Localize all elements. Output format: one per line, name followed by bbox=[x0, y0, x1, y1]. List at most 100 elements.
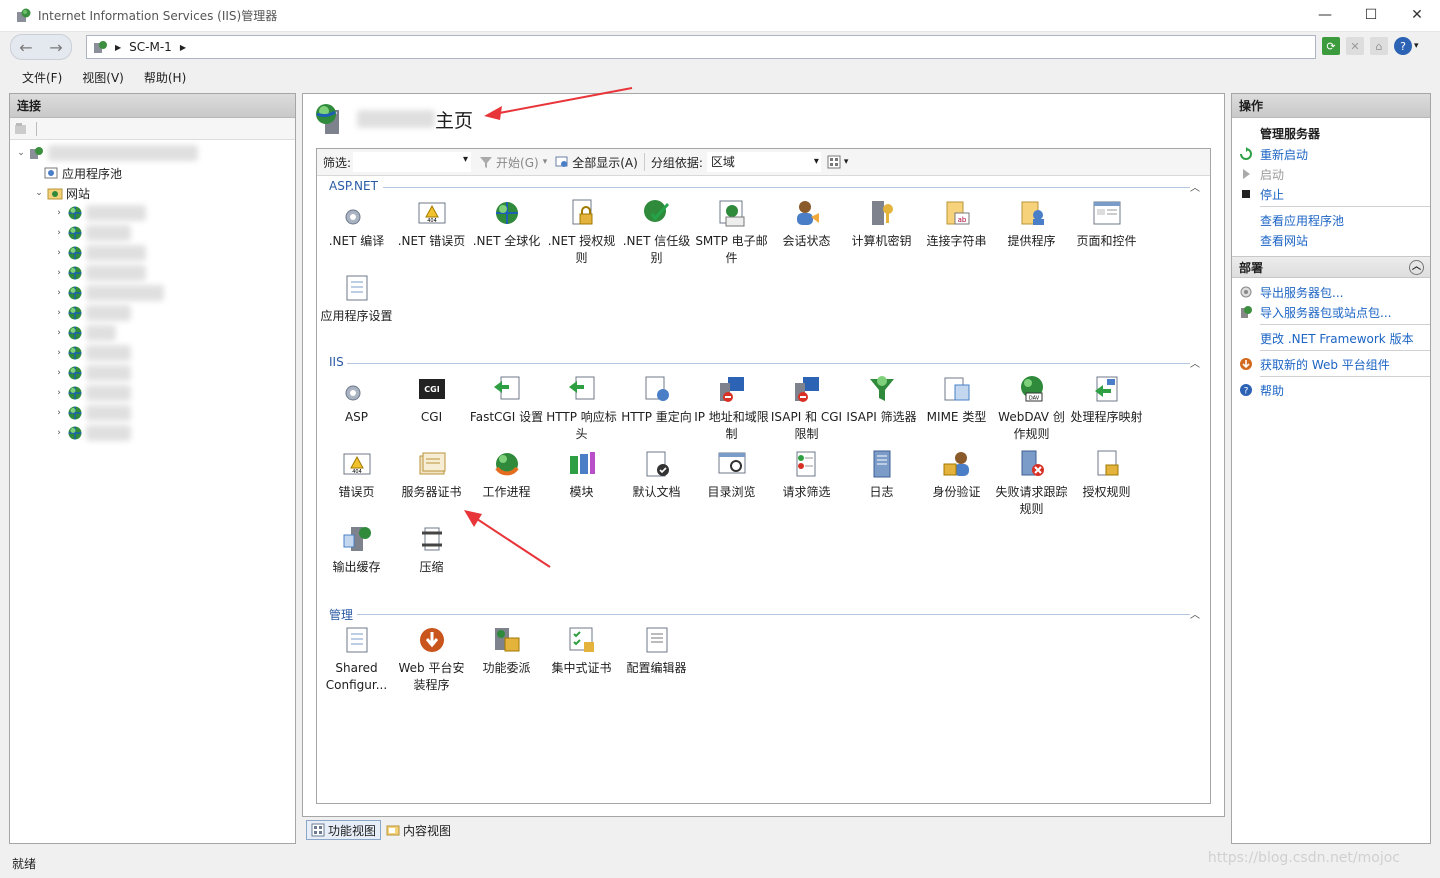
help-action[interactable]: ? 帮助 bbox=[1232, 380, 1430, 400]
feature-item[interactable]: 失败请求跟踪规则 bbox=[994, 448, 1069, 518]
expand-icon[interactable]: › bbox=[54, 268, 64, 278]
tab-content-view[interactable]: 内容视图 bbox=[381, 820, 456, 840]
feature-item[interactable]: .NET 授权规则 bbox=[544, 197, 619, 267]
home-icon[interactable]: ⌂ bbox=[1370, 37, 1388, 55]
import-package-action[interactable]: 导入服务器包或站点包... bbox=[1232, 302, 1430, 322]
expand-icon[interactable]: › bbox=[54, 308, 64, 318]
feature-item[interactable]: 服务器证书 bbox=[394, 448, 469, 501]
view-mode-button[interactable]: ▾ bbox=[827, 155, 848, 169]
expand-icon[interactable]: › bbox=[54, 428, 64, 438]
feature-item[interactable]: 工作进程 bbox=[469, 448, 544, 501]
feature-item[interactable]: 计算机密钥 bbox=[844, 197, 919, 250]
feature-item[interactable]: SMTP 电子邮件 bbox=[694, 197, 769, 267]
close-button[interactable]: ✕ bbox=[1394, 0, 1440, 30]
maximize-button[interactable]: ☐ bbox=[1348, 0, 1394, 30]
tree-site-item[interactable]: › bbox=[54, 283, 164, 303]
change-net-action[interactable]: 更改 .NET Framework 版本 bbox=[1232, 328, 1430, 348]
feature-item[interactable]: 输出缓存 bbox=[319, 523, 394, 576]
tree-site-item[interactable]: › bbox=[54, 203, 146, 223]
expand-icon[interactable]: › bbox=[54, 288, 64, 298]
feature-item[interactable]: 模块 bbox=[544, 448, 619, 501]
expand-icon[interactable]: ⌄ bbox=[16, 148, 26, 158]
group-header[interactable]: ASP.NET bbox=[329, 179, 378, 193]
help-dropdown-icon[interactable]: ▾ bbox=[1414, 41, 1419, 55]
breadcrumb-arrow-icon[interactable]: ▶ bbox=[180, 43, 186, 52]
tree-site-item[interactable]: › bbox=[54, 303, 131, 323]
feature-item[interactable]: ASP bbox=[319, 373, 394, 426]
feature-item[interactable]: 默认文档 bbox=[619, 448, 694, 501]
feature-item[interactable]: ISAPI 和 CGI 限制 bbox=[769, 373, 844, 443]
group-by-select[interactable]: 区域 bbox=[706, 152, 821, 172]
expand-icon[interactable]: ⌄ bbox=[34, 188, 44, 198]
minimize-button[interactable]: — bbox=[1302, 0, 1348, 30]
menu-file[interactable]: 文件(F) bbox=[12, 69, 72, 86]
feature-item[interactable]: 授权规则 bbox=[1069, 448, 1144, 501]
start-filter-button[interactable]: 开始(G) ▾ bbox=[479, 154, 547, 171]
expand-icon[interactable]: › bbox=[54, 388, 64, 398]
tree-site-item[interactable]: › bbox=[54, 323, 116, 343]
view-sites-action[interactable]: 查看网站 bbox=[1232, 230, 1430, 250]
feature-item[interactable]: 日志 bbox=[844, 448, 919, 501]
feature-item[interactable]: Shared Configur... bbox=[319, 624, 394, 694]
feature-item[interactable]: Web 平台安装程序 bbox=[394, 624, 469, 694]
refresh-icon[interactable]: ⟳ bbox=[1322, 37, 1340, 55]
tree-site-item[interactable]: › bbox=[54, 403, 131, 423]
feature-item[interactable]: 目录浏览 bbox=[694, 448, 769, 501]
feature-item[interactable]: 页面和控件 bbox=[1069, 197, 1144, 250]
breadcrumb-server[interactable]: SC-M-1 bbox=[129, 40, 172, 54]
tree-site-item[interactable]: › bbox=[54, 223, 131, 243]
feature-item[interactable]: CGI CGI bbox=[394, 373, 469, 426]
feature-item[interactable]: 处理程序映射 bbox=[1069, 373, 1144, 426]
export-package-action[interactable]: 导出服务器包... bbox=[1232, 282, 1430, 302]
collapse-group-icon[interactable]: ︿ bbox=[1190, 355, 1200, 370]
feature-item[interactable]: .NET 全球化 bbox=[469, 197, 544, 250]
expand-icon[interactable]: › bbox=[54, 328, 64, 338]
feature-item[interactable]: 功能委派 bbox=[469, 624, 544, 677]
feature-item[interactable]: 请求筛选 bbox=[769, 448, 844, 501]
feature-item[interactable]: 404 .NET 错误页 bbox=[394, 197, 469, 250]
expand-icon[interactable]: › bbox=[54, 228, 64, 238]
feature-item[interactable]: FastCGI 设置 bbox=[469, 373, 544, 426]
feature-item[interactable]: 压缩 bbox=[394, 523, 469, 576]
tree-site-item[interactable]: › bbox=[54, 423, 131, 443]
feature-item[interactable]: 404 错误页 bbox=[319, 448, 394, 501]
feature-item[interactable]: 应用程序设置 bbox=[319, 272, 394, 325]
feature-item[interactable]: 身份验证 bbox=[919, 448, 994, 501]
view-app-pools-action[interactable]: 查看应用程序池 bbox=[1232, 210, 1430, 230]
expand-icon[interactable]: › bbox=[54, 368, 64, 378]
restart-action[interactable]: 重新启动 bbox=[1232, 144, 1430, 164]
tree-site-item[interactable]: › bbox=[54, 363, 131, 383]
filter-input[interactable] bbox=[353, 152, 472, 172]
menu-help[interactable]: 帮助(H) bbox=[134, 69, 196, 86]
expand-icon[interactable]: › bbox=[54, 248, 64, 258]
feature-item[interactable]: 集中式证书 bbox=[544, 624, 619, 677]
tree-sites[interactable]: ⌄ 网站 bbox=[34, 183, 90, 203]
feature-item[interactable]: .NET 信任级别 bbox=[619, 197, 694, 267]
group-header[interactable]: 管理 bbox=[329, 606, 353, 623]
start-action[interactable]: 启动 bbox=[1232, 164, 1430, 184]
feature-item[interactable]: MIME 类型 bbox=[919, 373, 994, 426]
get-web-components-action[interactable]: 获取新的 Web 平台组件 bbox=[1232, 354, 1430, 374]
collapse-group-icon[interactable]: ︿ bbox=[1190, 179, 1200, 194]
group-header[interactable]: IIS bbox=[329, 355, 344, 369]
feature-item[interactable]: 配置编辑器 bbox=[619, 624, 694, 677]
tree-site-item[interactable]: › bbox=[54, 263, 146, 283]
tree-server-node[interactable]: ⌄ bbox=[16, 143, 198, 163]
tree-app-pools[interactable]: 应用程序池 bbox=[40, 163, 122, 183]
connect-icon[interactable] bbox=[14, 122, 28, 136]
collapse-icon[interactable]: ︿ bbox=[1409, 260, 1424, 275]
feature-item[interactable]: ISAPI 筛选器 bbox=[844, 373, 919, 426]
tree-site-item[interactable]: › bbox=[54, 343, 131, 363]
expand-icon[interactable]: › bbox=[54, 208, 64, 218]
tab-features-view[interactable]: 功能视图 bbox=[306, 820, 382, 840]
help-icon[interactable]: ? bbox=[1394, 37, 1412, 55]
tree-site-item[interactable]: › bbox=[54, 383, 131, 403]
feature-item[interactable]: 会话状态 bbox=[769, 197, 844, 250]
feature-item[interactable]: DAV WebDAV 创作规则 bbox=[994, 373, 1069, 443]
feature-item[interactable]: 提供程序 bbox=[994, 197, 1069, 250]
expand-icon[interactable]: › bbox=[54, 348, 64, 358]
forward-icon[interactable]: → bbox=[41, 35, 71, 59]
feature-item[interactable]: HTTP 重定向 bbox=[619, 373, 694, 426]
expand-icon[interactable]: › bbox=[54, 408, 64, 418]
stop-icon[interactable]: ✕ bbox=[1346, 37, 1364, 55]
